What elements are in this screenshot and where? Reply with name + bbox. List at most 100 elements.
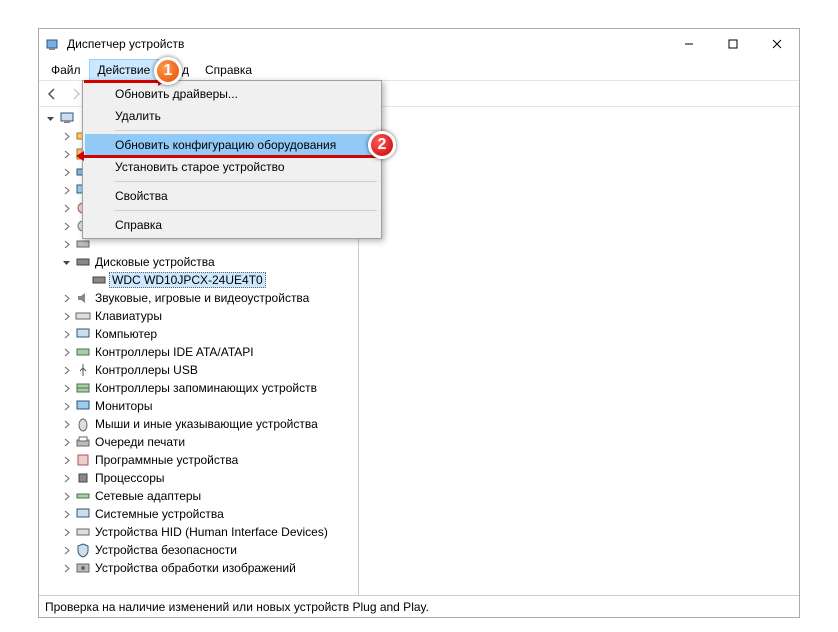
expand-icon[interactable] [59, 435, 73, 449]
software-icon [75, 452, 91, 468]
tree-item[interactable]: Процессоры [41, 469, 356, 487]
expand-icon[interactable] [59, 525, 73, 539]
tree-item[interactable]: Компьютер [41, 325, 356, 343]
statusbar: Проверка на наличие изменений или новых … [39, 595, 799, 617]
printer-icon [75, 434, 91, 450]
tree-label: Контроллеры USB [93, 363, 200, 377]
maximize-button[interactable] [711, 29, 755, 59]
expand-icon[interactable] [59, 489, 73, 503]
expand-icon[interactable] [59, 363, 73, 377]
menubar: Файл Действие Вид Справка [39, 59, 799, 81]
system-icon [75, 506, 91, 522]
menu-properties[interactable]: Свойства [85, 185, 379, 207]
annotation-arrow [76, 151, 84, 161]
tree-item[interactable]: Звуковые, игровые и видеоустройства [41, 289, 356, 307]
tree-label: Устройства безопасности [93, 543, 239, 557]
tree-item[interactable]: Клавиатуры [41, 307, 356, 325]
tree-item-disk-drives[interactable]: Дисковые устройства [41, 253, 356, 271]
details-pane [359, 107, 799, 595]
disk-icon [91, 272, 107, 288]
menu-scan-hardware[interactable]: Обновить конфигурацию оборудования [85, 134, 379, 156]
menu-separator [115, 181, 377, 182]
expand-icon[interactable] [59, 381, 73, 395]
tree-item[interactable]: Мониторы [41, 397, 356, 415]
menu-file[interactable]: Файл [43, 59, 89, 80]
expand-icon[interactable] [59, 453, 73, 467]
expand-icon[interactable] [59, 561, 73, 575]
expand-icon[interactable] [59, 327, 73, 341]
tree-label: Системные устройства [93, 507, 226, 521]
tree-item-disk[interactable]: WDC WD10JPCX-24UE4T0 [41, 271, 356, 289]
action-menu-dropdown: Обновить драйверы... Удалить Обновить ко… [82, 80, 382, 239]
callout-1: 1 [154, 57, 182, 85]
expand-icon[interactable] [59, 399, 73, 413]
expand-icon[interactable] [59, 345, 73, 359]
collapse-icon[interactable] [59, 255, 73, 269]
tree-item[interactable]: Контроллеры USB [41, 361, 356, 379]
tree-item[interactable]: Устройства безопасности [41, 541, 356, 559]
expand-icon[interactable] [59, 291, 73, 305]
window-title: Диспетчер устройств [67, 37, 667, 51]
computer-icon [75, 326, 91, 342]
tree-label: Устройства HID (Human Interface Devices) [93, 525, 330, 539]
expand-icon[interactable] [59, 507, 73, 521]
monitor-icon [75, 398, 91, 414]
expand-icon[interactable] [59, 471, 73, 485]
sound-icon [75, 290, 91, 306]
mouse-icon [75, 416, 91, 432]
expand-icon[interactable] [59, 201, 73, 215]
ide-icon [75, 344, 91, 360]
tree-label: Мыши и иные указывающие устройства [93, 417, 320, 431]
close-button[interactable] [755, 29, 799, 59]
disk-icon [75, 254, 91, 270]
tree-label: Клавиатуры [93, 309, 164, 323]
tree-item[interactable]: Устройства HID (Human Interface Devices) [41, 523, 356, 541]
minimize-button[interactable] [667, 29, 711, 59]
expand-icon[interactable] [59, 129, 73, 143]
network-icon [75, 488, 91, 504]
cpu-icon [75, 470, 91, 486]
tree-label: Процессоры [93, 471, 167, 485]
tree-label: Очереди печати [93, 435, 187, 449]
tree-item[interactable]: Программные устройства [41, 451, 356, 469]
expand-icon[interactable] [59, 543, 73, 557]
expand-icon[interactable] [59, 237, 73, 251]
tree-label: Мониторы [93, 399, 154, 413]
menu-separator [115, 130, 377, 131]
expand-icon[interactable] [59, 165, 73, 179]
tree-item[interactable]: Устройства обработки изображений [41, 559, 356, 577]
expand-icon[interactable] [59, 183, 73, 197]
collapse-icon[interactable] [43, 111, 57, 125]
expand-icon[interactable] [59, 147, 73, 161]
tree-item[interactable]: Системные устройства [41, 505, 356, 523]
titlebar: Диспетчер устройств [39, 29, 799, 59]
callout-2: 2 [368, 131, 396, 159]
menu-update-drivers[interactable]: Обновить драйверы... [85, 83, 379, 105]
tree-item[interactable]: Очереди печати [41, 433, 356, 451]
tree-item[interactable]: Контроллеры запоминающих устройств [41, 379, 356, 397]
menu-delete[interactable]: Удалить [85, 105, 379, 127]
tree-label: Контроллеры запоминающих устройств [93, 381, 319, 395]
tree-item[interactable]: Сетевые адаптеры [41, 487, 356, 505]
menu-help[interactable]: Справка [85, 214, 379, 236]
back-button[interactable] [41, 83, 63, 105]
expand-icon[interactable] [59, 417, 73, 431]
menu-action[interactable]: Действие [89, 59, 160, 80]
menu-help[interactable]: Справка [197, 59, 260, 80]
expand-icon[interactable] [59, 309, 73, 323]
app-icon [45, 36, 61, 52]
computer-icon [59, 110, 75, 126]
tree-label: Контроллеры IDE ATA/ATAPI [93, 345, 256, 359]
usb-icon [75, 362, 91, 378]
status-text: Проверка на наличие изменений или новых … [45, 600, 429, 614]
tree-item[interactable]: Контроллеры IDE ATA/ATAPI [41, 343, 356, 361]
security-icon [75, 542, 91, 558]
expand-icon[interactable] [59, 219, 73, 233]
annotation-line [84, 155, 382, 158]
tree-item[interactable]: Мыши и иные указывающие устройства [41, 415, 356, 433]
imaging-icon [75, 560, 91, 576]
window-controls [667, 29, 799, 59]
menu-add-legacy[interactable]: Установить старое устройство [85, 156, 379, 178]
keyboard-icon [75, 308, 91, 324]
tree-label: Сетевые адаптеры [93, 489, 203, 503]
